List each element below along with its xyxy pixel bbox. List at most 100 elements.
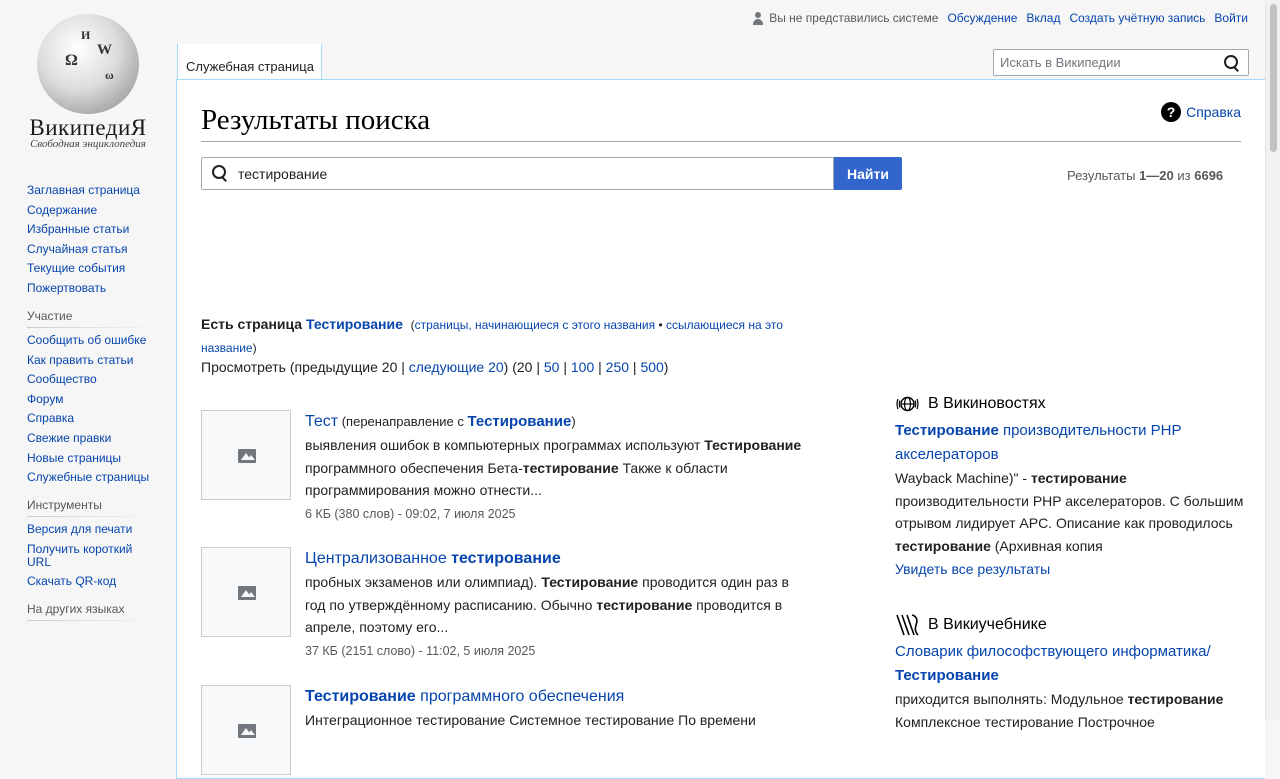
sidebar-item-featured[interactable]: Избранные статьи	[27, 222, 129, 236]
sister-result-link[interactable]: Тестирование производительности PHP аксе…	[895, 422, 1181, 463]
puzzle-globe-icon: Ω W И ω	[37, 14, 139, 114]
sidebar-item-recent-changes[interactable]: Свежие правки	[27, 431, 111, 445]
result-snippet: Интеграционное тестирование Системное те…	[305, 712, 756, 728]
snippet-text: (Архивная копия	[990, 537, 1103, 554]
title-text: Словарик философствующего информатика/	[895, 643, 1211, 660]
snippet-match: тестирование	[1030, 470, 1127, 486]
sister-snippet: Wayback Machine)" - тестирование произво…	[895, 467, 1245, 557]
header-search-input[interactable]	[994, 50, 1219, 75]
result-meta: 6 КБ (380 слов) - 09:02, 7 июля 2025	[305, 506, 516, 521]
sister-result-link[interactable]: Словарик философствующего информатика/Те…	[895, 643, 1211, 684]
tab-special-page[interactable]: Служебная страница	[177, 44, 322, 80]
see-all-results-link[interactable]: Увидеть все результаты	[895, 561, 1050, 577]
wikipedia-logo[interactable]: Ω W И ω ВикипедиЯ Свободная энциклопедия	[0, 0, 176, 160]
result-snippet: пробных экзаменов или олимпиад). Тестиро…	[305, 571, 805, 639]
help-label[interactable]: Справка	[1186, 104, 1241, 120]
header-search-box	[993, 49, 1249, 76]
wikibooks-icon	[896, 614, 919, 636]
sidebar-item-short-url[interactable]: Получить короткий URL	[27, 542, 132, 569]
results-prefix: Результаты	[1067, 168, 1140, 183]
snippet-match: тестирование	[522, 459, 619, 476]
anonymous-notice: Вы не представились системе	[769, 11, 939, 25]
sidebar-item-random[interactable]: Случайная статья	[27, 242, 127, 256]
exact-match-link[interactable]: Тестирование	[306, 316, 403, 332]
create-account-link[interactable]: Создать учётную запись	[1069, 11, 1205, 25]
result-title-link[interactable]: Тест	[305, 413, 338, 430]
sidebar-item-how-to-edit[interactable]: Как править статьи	[27, 353, 133, 367]
sidebar-item-new-pages[interactable]: Новые страницы	[27, 451, 121, 465]
result-thumbnail[interactable]	[201, 685, 291, 775]
sidebar-item-print[interactable]: Версия для печати	[27, 522, 132, 536]
title-match: Тестирование	[895, 667, 999, 684]
sidebar: Заглавная страница Содержание Избранные …	[27, 184, 155, 635]
image-placeholder-icon	[238, 724, 256, 738]
snippet-text: программного обеспечения Бета-	[305, 459, 523, 476]
page-scrollbar[interactable]	[1265, 0, 1280, 720]
sister-snippet: приходится выполнять: Модульное тестиров…	[895, 688, 1245, 733]
sidebar-languages: На других языках	[27, 602, 155, 622]
result-title-link[interactable]: Тестирование программного обеспечения	[305, 688, 624, 705]
sidebar-heading-languages: На других языках	[27, 602, 155, 622]
sidebar-item-help[interactable]: Справка	[27, 411, 74, 425]
sister-heading: В Викиучебнике	[928, 616, 1047, 633]
scrollbar-thumb[interactable]	[1270, 4, 1277, 152]
paren: )	[663, 359, 669, 375]
login-link[interactable]: Войти	[1214, 11, 1248, 25]
results-total: 6696	[1194, 168, 1224, 183]
result-meta: 37 КБ (2151 слово) - 11:02, 5 июля 2025	[305, 643, 536, 658]
page-title: Результаты поиска	[201, 104, 1241, 142]
content-area: Результаты поиска ? Справка Найти Резуль…	[176, 79, 1265, 779]
snippet-match: тестирование	[1127, 691, 1224, 707]
sidebar-item-qr-code[interactable]: Скачать QR-код	[27, 574, 116, 588]
sidebar-tools: Инструменты Версия для печати Получить к…	[27, 498, 155, 588]
sidebar-item-donate[interactable]: Пожертвовать	[27, 281, 106, 295]
prefix-index-link[interactable]: страницы, начинающиеся с этого названия	[415, 318, 655, 332]
redirect-link[interactable]: Тестирование	[468, 413, 572, 430]
sidebar-item-main-page[interactable]: Заглавная страница	[27, 183, 140, 197]
snippet-text: производительности PHP акселераторов. С …	[895, 492, 1244, 532]
user-icon	[752, 11, 764, 25]
search-button[interactable]: Найти	[834, 157, 902, 190]
sidebar-item-contents[interactable]: Содержание	[27, 203, 97, 217]
results-count: Результаты 1—20 из 6696	[1067, 168, 1223, 183]
limit-500-link[interactable]: 500	[640, 359, 663, 375]
sister-results-wikinews: В Викиновостях Тестирование производител…	[895, 395, 1245, 577]
title-match: тестирование	[451, 550, 561, 567]
exact-match-prefix: Есть страница	[201, 316, 306, 332]
search-icon	[212, 165, 228, 181]
result-thumbnail[interactable]	[201, 410, 291, 500]
contributions-link[interactable]: Вклад	[1026, 11, 1060, 25]
snippet-text: Wayback Machine)" -	[895, 470, 1031, 486]
sidebar-item-special-pages[interactable]: Служебные страницы	[27, 470, 149, 484]
snippet-match: Тестирование	[704, 437, 802, 453]
image-placeholder-icon	[238, 586, 256, 600]
pipe: |	[594, 359, 606, 375]
redirect-note: (перенаправление с Тестирование)	[338, 413, 576, 430]
result-title-link[interactable]: Централизованное тестирование	[305, 550, 561, 567]
paging-mid: ) (20 |	[503, 359, 544, 375]
pipe: |	[629, 359, 641, 375]
snippet-text: выявления ошибок в компьютерных программ…	[305, 437, 705, 453]
limit-250-link[interactable]: 250	[606, 359, 629, 375]
sidebar-item-community[interactable]: Сообщество	[27, 372, 97, 386]
title-text: Централизованное	[305, 550, 452, 567]
results-paging: Просмотреть (предыдущие 20 | следующие 2…	[201, 359, 668, 375]
help-link[interactable]: ? Справка	[1161, 102, 1241, 122]
sidebar-heading-tools: Инструменты	[27, 498, 155, 518]
snippet-match: тестирование	[895, 537, 991, 554]
sister-heading: В Викиновостях	[928, 395, 1046, 412]
next-20-link[interactable]: следующие 20	[409, 359, 504, 375]
limit-50-link[interactable]: 50	[544, 359, 560, 375]
main-search-input[interactable]	[236, 158, 826, 189]
redirect-suffix: )	[571, 414, 576, 429]
pipe: |	[559, 359, 571, 375]
sidebar-item-report-error[interactable]: Сообщить об ошибке	[27, 333, 146, 347]
title-text: программного обеспечения	[415, 688, 625, 705]
sidebar-item-current-events[interactable]: Текущие события	[27, 261, 125, 275]
sidebar-item-forum[interactable]: Форум	[27, 392, 63, 406]
talk-link[interactable]: Обсуждение	[947, 11, 1017, 25]
limit-100-link[interactable]: 100	[571, 359, 594, 375]
results-range: 1—20	[1139, 168, 1174, 183]
result-thumbnail[interactable]	[201, 547, 291, 637]
search-icon[interactable]	[1224, 55, 1240, 71]
